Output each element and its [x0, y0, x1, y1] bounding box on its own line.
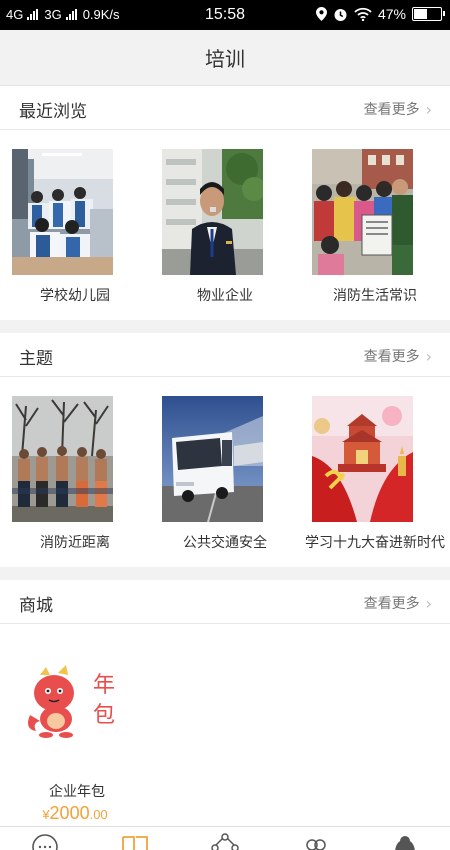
product-price: ¥2000.00: [0, 803, 150, 824]
topic-card[interactable]: 消防近距离: [0, 396, 150, 556]
profile-icon: [395, 836, 415, 850]
price-decimal: .00: [89, 807, 108, 822]
chevron-right-icon: ›: [425, 99, 432, 119]
wifi-icon: [354, 7, 372, 21]
section-title: 最近浏览: [19, 102, 87, 122]
topic-thumbnail[interactable]: [162, 396, 263, 522]
course-thumbnail[interactable]: [12, 149, 113, 275]
view-more-link[interactable]: 查看更多 ›: [364, 99, 432, 119]
mall-section: 商城 查看更多 › 年 包 企业年包 ¥2000.00: [0, 580, 450, 826]
battery-percent: 47%: [377, 6, 406, 22]
badge-char: 包: [93, 703, 116, 728]
status-bar: 4G 3G 0.9K/s 15:58 47%: [0, 0, 450, 30]
tab-training[interactable]: [120, 833, 150, 850]
topic-thumbnail[interactable]: [312, 396, 413, 522]
course-title: 学校幼儿园: [40, 288, 110, 304]
section-header: 最近浏览 查看更多 ›: [0, 86, 450, 130]
chevron-right-icon: ›: [425, 346, 432, 366]
topic-card[interactable]: 公共交通安全: [150, 396, 300, 556]
course-thumbnail[interactable]: [162, 149, 263, 275]
tab-messages[interactable]: [30, 833, 60, 850]
view-more-label: 查看更多: [363, 102, 420, 118]
product-image[interactable]: 年 包: [22, 665, 122, 745]
badge-char: 年: [93, 673, 116, 698]
course-card[interactable]: 物业企业: [150, 149, 300, 309]
topic-thumbnail[interactable]: [12, 396, 113, 522]
product-name: 企业年包: [49, 784, 105, 800]
course-title: 消防生活常识: [333, 288, 417, 304]
course-thumbnail[interactable]: [312, 149, 413, 275]
section-title: 商城: [19, 596, 53, 616]
tab-profile[interactable]: [390, 833, 420, 850]
view-more-link[interactable]: 查看更多 ›: [364, 593, 432, 613]
topic-card[interactable]: 学习十九大奋进新时代: [300, 396, 450, 556]
recent-section: 最近浏览 查看更多 › 学校幼儿园 物业企业 消防生活常识: [0, 86, 450, 320]
view-more-label: 查看更多: [363, 349, 420, 365]
book-icon: [122, 836, 148, 850]
location-icon: [315, 7, 327, 21]
tab-network[interactable]: [210, 833, 240, 850]
product-card[interactable]: 年 包 企业年包 ¥2000.00: [0, 625, 150, 825]
section-header: 商城 查看更多 ›: [0, 580, 450, 624]
page-title: 培训: [205, 47, 245, 71]
section-header: 主题 查看更多 ›: [0, 333, 450, 377]
users-icon: [306, 839, 326, 850]
chevron-right-icon: ›: [425, 593, 432, 613]
topic-title: 公共交通安全: [183, 535, 267, 551]
section-title: 主题: [19, 349, 53, 369]
currency-symbol: ¥: [42, 807, 50, 822]
price-integer: 2000: [49, 803, 90, 823]
view-more-link[interactable]: 查看更多 ›: [364, 346, 432, 366]
course-card[interactable]: 学校幼儿园: [0, 149, 150, 309]
battery-icon: [412, 7, 445, 21]
course-card[interactable]: 消防生活常识: [300, 149, 450, 309]
topics-section: 主题 查看更多 › 消防近距离 公共交通安全 学习十九大奋进新时代: [0, 333, 450, 567]
chat-icon: [32, 834, 58, 850]
tab-groups[interactable]: [300, 833, 330, 850]
alarm-icon: [334, 8, 347, 21]
course-title: 物业企业: [197, 288, 253, 304]
topic-title: 学习十九大奋进新时代: [305, 535, 445, 551]
bottom-tab-bar: [0, 826, 450, 850]
topic-title: 消防近距离: [40, 535, 110, 551]
network-icon: [211, 833, 239, 850]
title-bar: 培训: [0, 30, 450, 86]
battery-fill: [414, 9, 428, 19]
view-more-label: 查看更多: [363, 596, 420, 612]
